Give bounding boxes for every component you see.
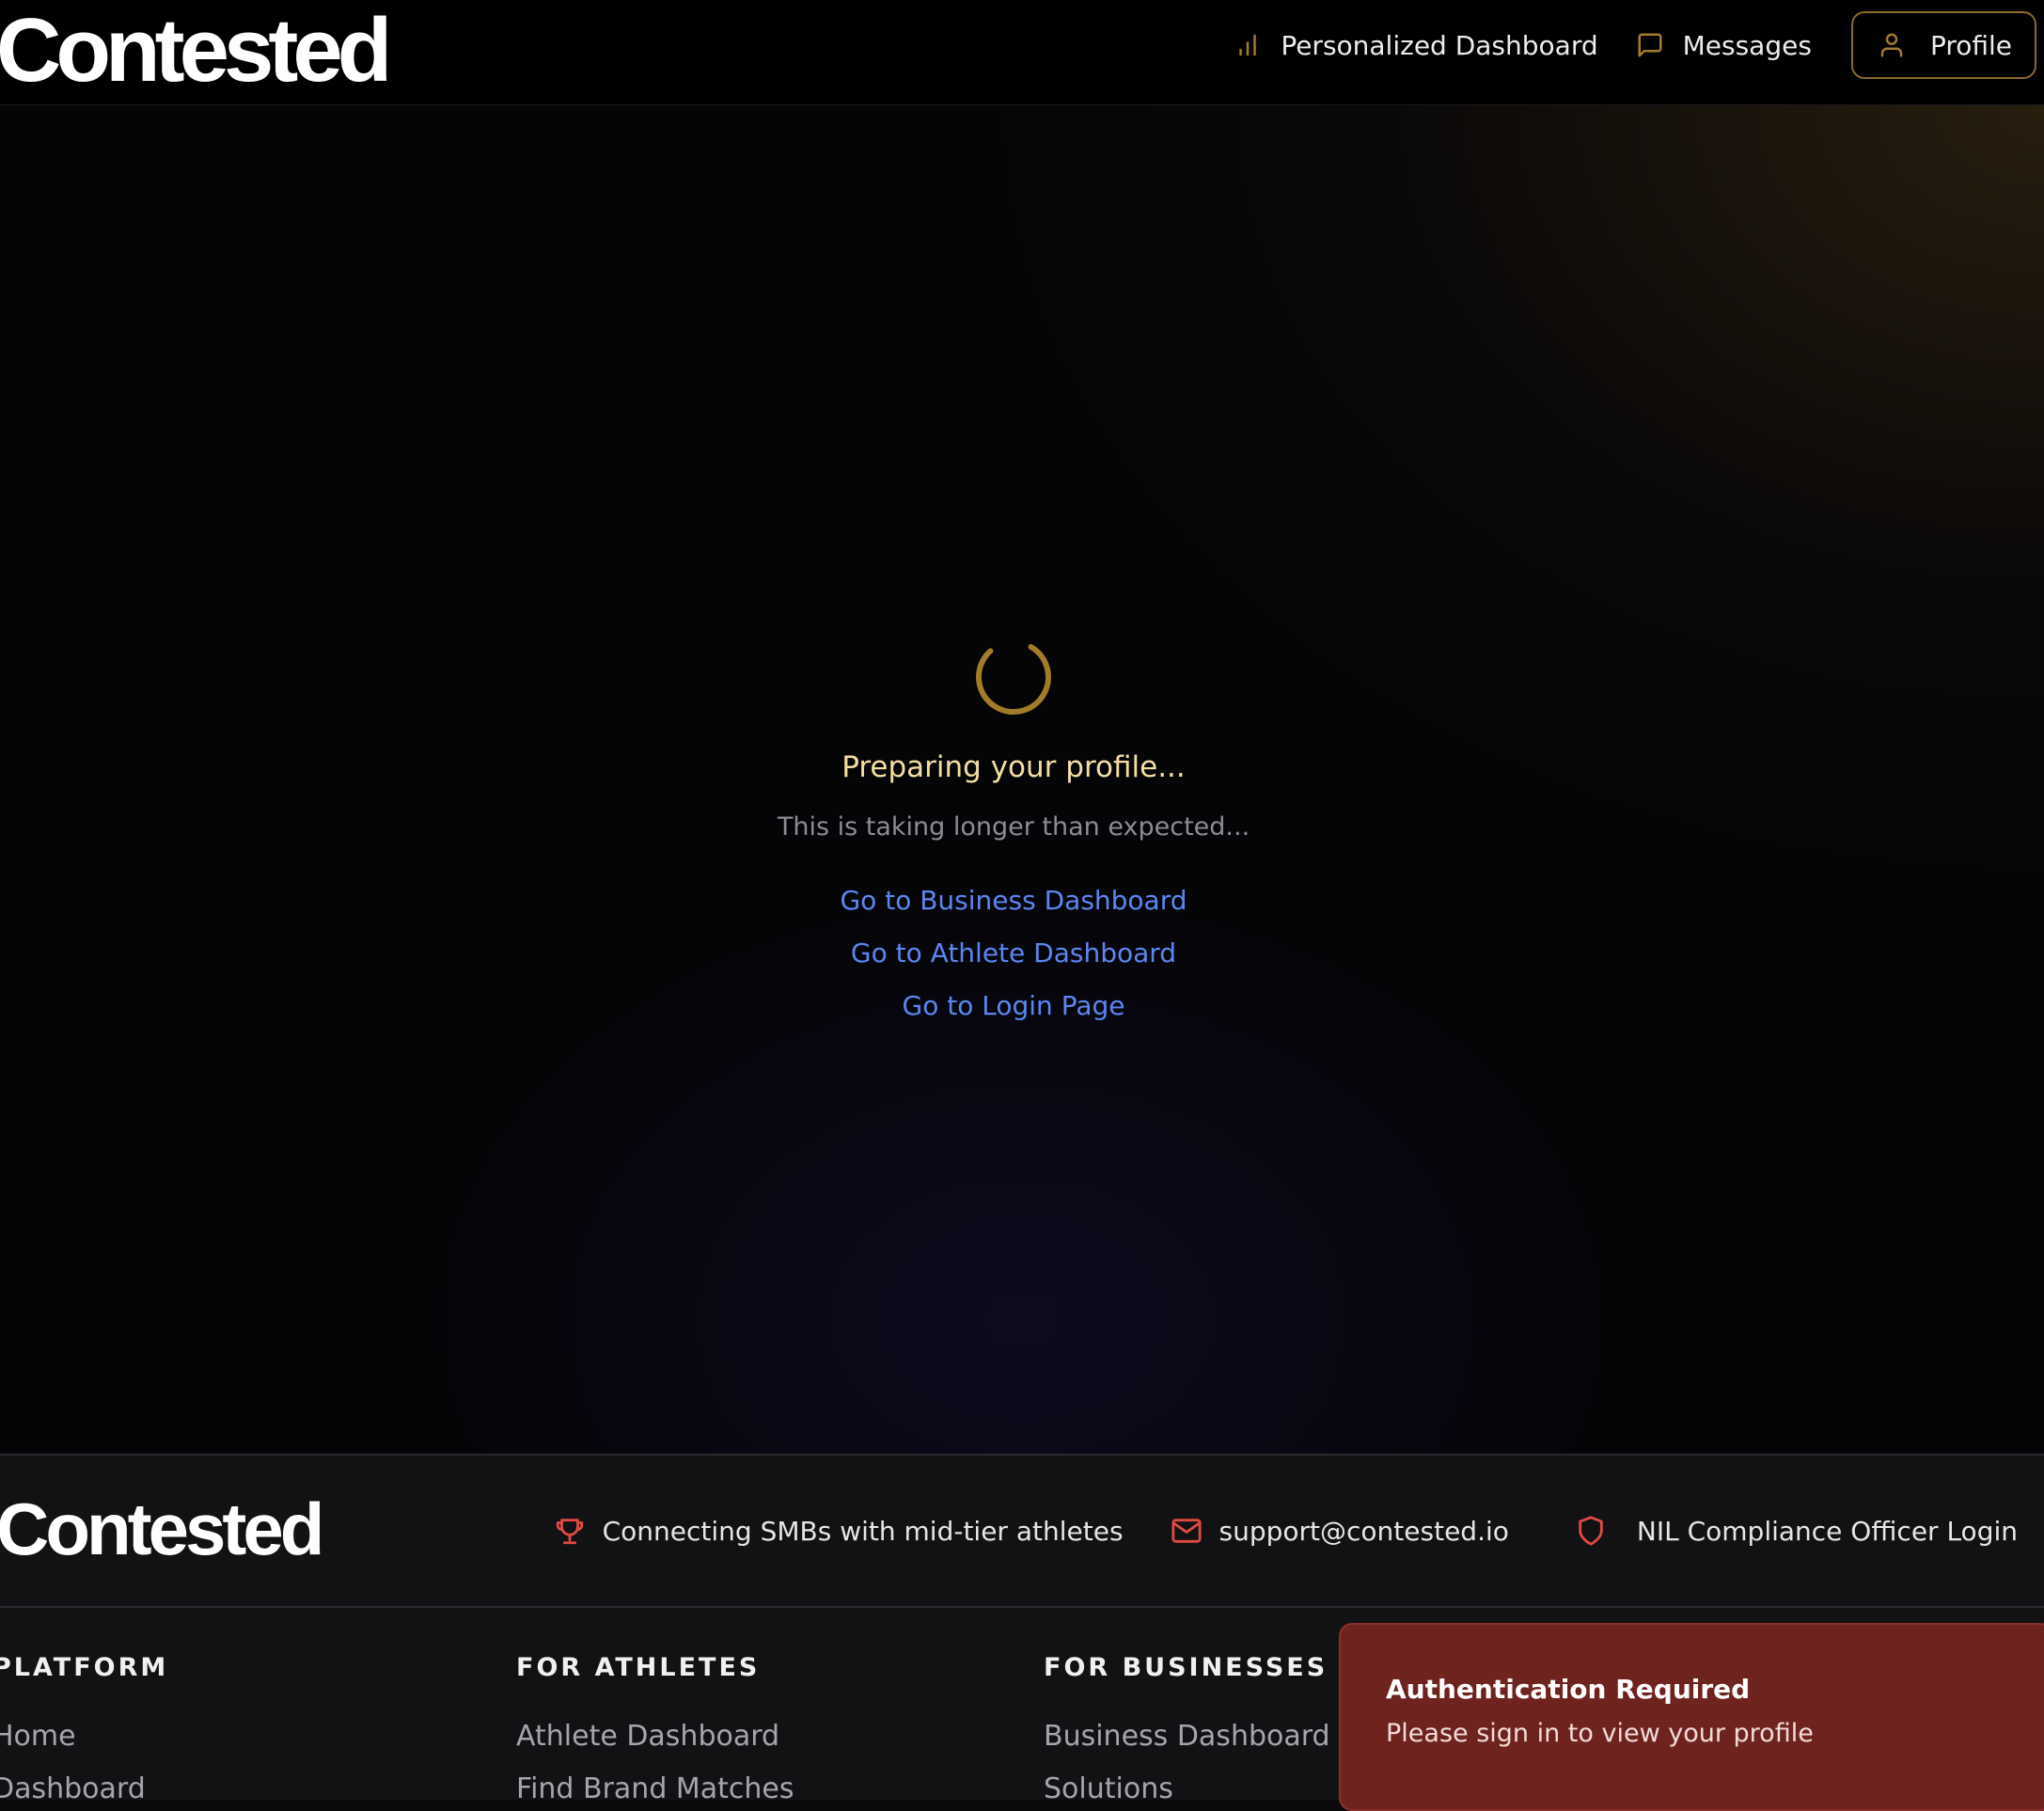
message-square-icon	[1638, 33, 1662, 57]
mail-icon	[1171, 1519, 1202, 1543]
loading-spinner-icon	[976, 639, 1051, 715]
trophy-icon	[556, 1519, 583, 1545]
footer-info-bar: Connecting SMBs with mid-tier athletes s…	[554, 1512, 2018, 1550]
nav-label: Personalized Dashboard	[1281, 29, 1598, 61]
bar-chart-icon	[1239, 34, 1257, 56]
toast-title: Authentication Required	[1386, 1674, 1751, 1705]
login-page-link[interactable]: Go to Login Page	[0, 980, 2027, 1032]
compliance-login-link[interactable]: NIL Compliance Officer Login	[1575, 1515, 2018, 1547]
column-title: PLATFORM	[0, 1653, 169, 1682]
footer-logo[interactable]: Contested	[0, 1491, 324, 1567]
compliance-login-text: NIL Compliance Officer Login	[1636, 1515, 2018, 1547]
nav-personalized-dashboard[interactable]: Personalized Dashboard	[1215, 11, 1616, 79]
auth-required-toast[interactable]: Authentication Required Please sign in t…	[1339, 1623, 2044, 1811]
column-title: FOR BUSINESSES	[1044, 1653, 1329, 1682]
business-dashboard-link[interactable]: Go to Business Dashboard	[0, 874, 2027, 927]
tagline-text: Connecting SMBs with mid-tier athletes	[602, 1515, 1124, 1547]
column-title: FOR ATHLETES	[516, 1653, 761, 1682]
support-email-text: support@contested.io	[1219, 1515, 1509, 1547]
toast-message: Please sign in to view your profile	[1386, 1719, 1814, 1748]
footer-column-platform: PLATFORM Home Dashboard	[0, 1653, 168, 1808]
nav-messages[interactable]: Messages	[1617, 11, 1831, 79]
profile-button[interactable]: Profile	[1850, 11, 2036, 79]
footer-link-dashboard[interactable]: Dashboard	[0, 1772, 168, 1808]
brand-logo[interactable]: Contested	[0, 2, 392, 100]
footer-column-businesses: FOR BUSINESSES Business Dashboard Soluti…	[1044, 1653, 1330, 1808]
footer-link-home[interactable]: Home	[0, 1720, 168, 1756]
top-navbar: Contested Personalized Dashboard Message…	[0, 0, 2044, 105]
support-email-link[interactable]: support@contested.io	[1171, 1515, 1509, 1547]
footer-link-find-brand-matches[interactable]: Find Brand Matches	[516, 1772, 794, 1808]
user-icon	[1880, 33, 1903, 57]
footer-link-business-dashboard[interactable]: Business Dashboard	[1044, 1720, 1330, 1756]
fallback-links: Go to Business Dashboard Go to Athlete D…	[0, 874, 2027, 1032]
main-nav: Personalized Dashboard Messages Profile	[1215, 11, 2036, 79]
loading-subtitle: This is taking longer than expected...	[777, 812, 1250, 842]
footer-link-solutions[interactable]: Solutions	[1044, 1772, 1330, 1808]
nav-label: Profile	[1929, 29, 2012, 61]
loading-title: Preparing your profile...	[841, 750, 1186, 784]
athlete-dashboard-link[interactable]: Go to Athlete Dashboard	[0, 927, 2027, 980]
footer-column-athletes: FOR ATHLETES Athlete Dashboard Find Bran…	[516, 1653, 794, 1808]
footer-divider	[0, 1606, 2044, 1608]
tagline: Connecting SMBs with mid-tier athletes	[554, 1515, 1124, 1547]
main-content: Preparing your profile... This is taking…	[0, 105, 2044, 1454]
footer-link-athlete-dashboard[interactable]: Athlete Dashboard	[516, 1720, 794, 1756]
shield-icon	[1579, 1516, 1603, 1546]
nav-label: Messages	[1682, 29, 1812, 61]
